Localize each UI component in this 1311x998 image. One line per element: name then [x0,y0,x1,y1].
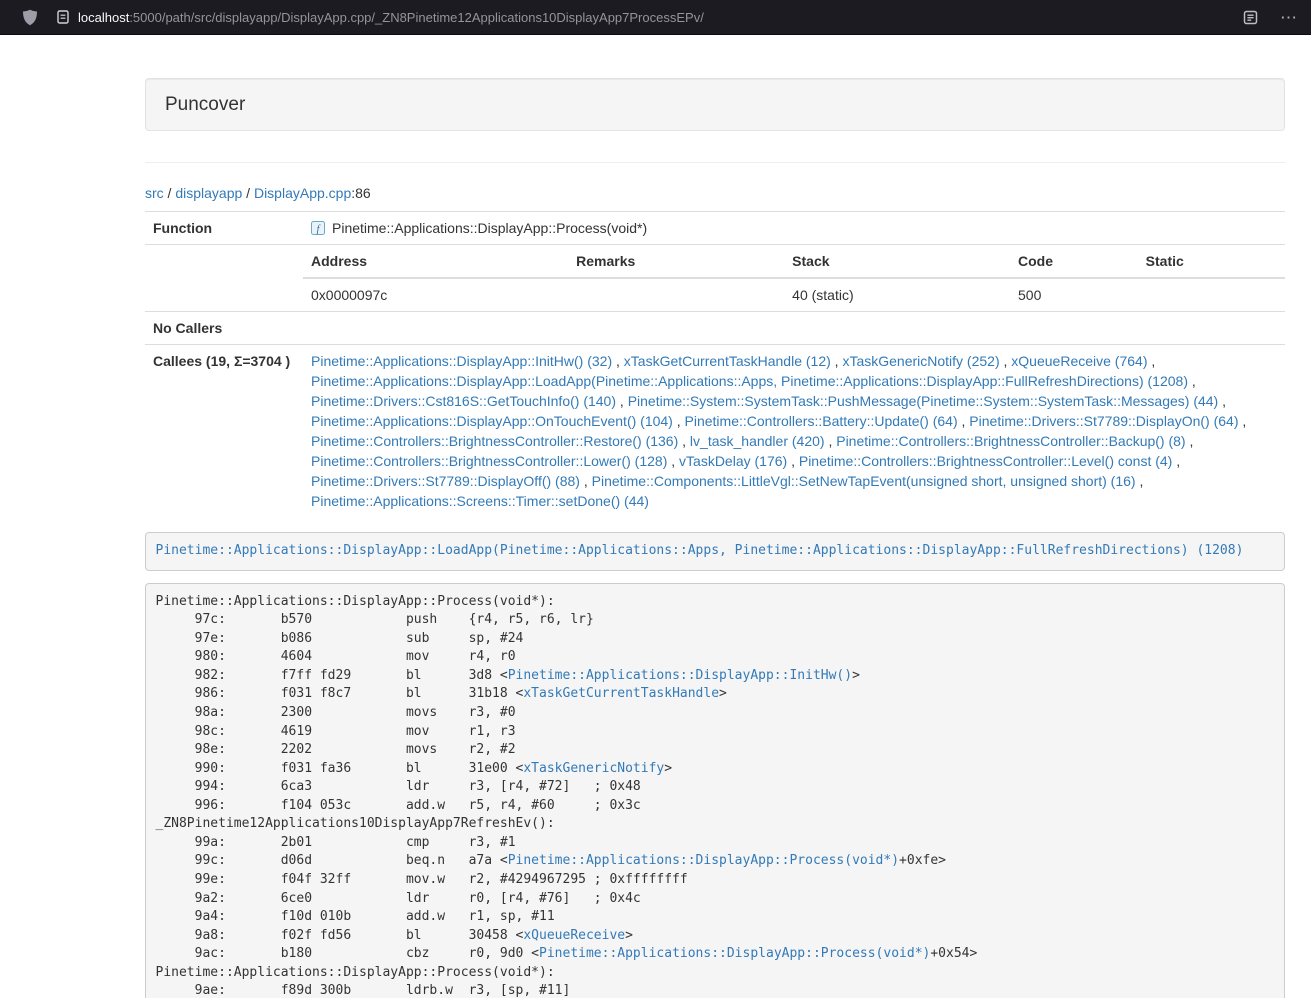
callee-link[interactable]: Pinetime::Controllers::Battery::Update()… [685,413,958,429]
breadcrumb-link[interactable]: displayapp [175,185,242,201]
selected-callee-link[interactable]: Pinetime::Applications::DisplayApp::Load… [156,543,1244,558]
stats-row: Address Remarks Stack Code Static 0x0000… [145,245,1285,312]
breadcrumb-link[interactable]: src [145,185,164,201]
callee-link[interactable]: Pinetime::Controllers::BrightnessControl… [836,433,1185,449]
callee-link[interactable]: Pinetime::Controllers::BrightnessControl… [799,453,1172,469]
divider [145,162,1285,163]
callee-link[interactable]: vTaskDelay (176) [679,453,787,469]
tracking-protection-shield-icon[interactable] [22,9,38,26]
stack-value: 40 (static) [784,278,1010,311]
browser-toolbar: localhost:5000/path/src/displayapp/Displ… [0,0,1311,35]
code-symbol-link[interactable]: xTaskGetCurrentTaskHandle [523,686,719,701]
stats-table: Address Remarks Stack Code Static 0x0000… [303,245,1285,311]
stats-values-row: 0x0000097c 40 (static) 500 [303,278,1285,311]
callees-line: Pinetime::Applications::DisplayApp::Init… [311,351,1277,371]
callers-cell [303,312,1285,345]
callee-link[interactable]: Pinetime::Drivers::St7789::DisplayOn() (… [969,413,1238,429]
callee-link[interactable]: Pinetime::Applications::DisplayApp::Init… [311,353,612,369]
callee-link[interactable]: Pinetime::Applications::Screens::Timer::… [311,493,649,509]
function-row: Function f Pinetime::Applications::Displ… [145,212,1285,245]
page-content: Puncover src / displayapp / DisplayApp.c… [145,35,1285,998]
selected-callee-box: Pinetime::Applications::DisplayApp::Load… [145,532,1285,571]
url-path: :5000/path/src/displayapp/DisplayApp.cpp… [129,10,704,25]
callee-link[interactable]: xTaskGetCurrentTaskHandle (12) [624,353,831,369]
column-header-stack: Stack [784,245,1010,278]
code-symbol-link[interactable]: xTaskGenericNotify [523,761,664,776]
callee-link[interactable]: Pinetime::System::SystemTask::PushMessag… [628,393,1219,409]
callee-link[interactable]: Pinetime::Drivers::St7789::DisplayOff() … [311,473,580,489]
code-symbol-link[interactable]: Pinetime::Applications::DisplayApp::Init… [508,668,852,683]
callees-line: Pinetime::Controllers::BrightnessControl… [311,451,1277,471]
function-label: Function [145,212,303,245]
column-header-remarks: Remarks [568,245,784,278]
callees-line: Pinetime::Drivers::St7789::DisplayOff() … [311,471,1277,491]
symbol-table: Function f Pinetime::Applications::Displ… [145,211,1285,517]
callees-label: Callees (19, Σ=3704 ) [145,345,303,518]
callee-link[interactable]: lv_task_handler (420) [690,433,825,449]
app-title: Puncover [165,93,1265,116]
callee-link[interactable]: Pinetime::Components::LittleVgl::SetNewT… [592,473,1136,489]
callees-line: Pinetime::Drivers::Cst816S::GetTouchInfo… [311,391,1277,411]
callee-link[interactable]: Pinetime::Applications::DisplayApp::Load… [311,373,1188,389]
app-header-panel: Puncover [145,78,1285,131]
function-icon: f [311,221,325,235]
column-header-address: Address [303,245,568,278]
reader-view-icon[interactable] [1243,10,1258,25]
column-header-static: Static [1138,245,1285,278]
callees-line: Pinetime::Controllers::BrightnessControl… [311,431,1277,451]
url-bar[interactable]: localhost:5000/path/src/displayapp/Displ… [57,10,1243,25]
no-callers-label: No Callers [145,312,303,345]
code-symbol-link[interactable]: Pinetime::Applications::DisplayApp::Proc… [539,946,930,961]
callees-line: Pinetime::Applications::DisplayApp::OnTo… [311,411,1277,431]
callee-link[interactable]: Pinetime::Controllers::BrightnessControl… [311,433,678,449]
page-actions-menu-icon[interactable]: ⋯ [1280,9,1297,26]
function-name: Pinetime::Applications::DisplayApp::Proc… [332,218,647,238]
url-host: localhost [78,10,129,25]
callee-link[interactable]: xTaskGenericNotify (252) [842,353,999,369]
callees-row: Callees (19, Σ=3704 ) Pinetime::Applicat… [145,345,1285,518]
no-callers-row: No Callers [145,312,1285,345]
callee-link[interactable]: xQueueReceive (764) [1011,353,1147,369]
code-symbol-link[interactable]: xQueueReceive [523,928,625,943]
code-symbol-link[interactable]: Pinetime::Applications::DisplayApp::Proc… [508,853,899,868]
callees-cell: Pinetime::Applications::DisplayApp::Init… [303,345,1285,518]
code-value: 500 [1010,278,1138,311]
static-value [1138,278,1285,311]
breadcrumb-link[interactable]: DisplayApp.cpp [254,185,351,201]
disassembly: Pinetime::Applications::DisplayApp::Proc… [145,583,1285,998]
callee-link[interactable]: Pinetime::Drivers::Cst816S::GetTouchInfo… [311,393,616,409]
page-info-icon[interactable] [57,10,69,24]
callee-link[interactable]: Pinetime::Controllers::BrightnessControl… [311,453,667,469]
callee-link[interactable]: Pinetime::Applications::DisplayApp::OnTo… [311,413,673,429]
address-value: 0x0000097c [303,278,568,311]
breadcrumb: src / displayapp / DisplayApp.cpp:86 [145,183,1285,203]
callees-line: Pinetime::Applications::Screens::Timer::… [311,491,1277,511]
column-header-code: Code [1010,245,1138,278]
callees-line: Pinetime::Applications::DisplayApp::Load… [311,371,1277,391]
remarks-value [568,278,784,311]
